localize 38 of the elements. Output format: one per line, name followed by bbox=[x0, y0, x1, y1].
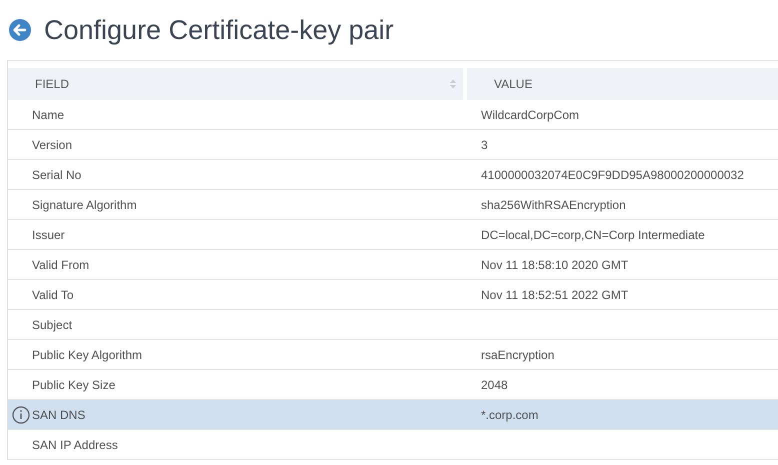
field-value: 3 bbox=[481, 138, 488, 152]
table-row[interactable]: Issuer DC=local,DC=corp,CN=Corp Intermediate bbox=[8, 220, 778, 250]
field-name: SAN DNS bbox=[32, 406, 86, 424]
page-title: Configure Certificate-key pair bbox=[44, 14, 394, 46]
field-name: Public Key Size bbox=[32, 376, 116, 394]
field-value: WildcardCorpCom bbox=[481, 108, 580, 122]
field-name: Valid To bbox=[32, 286, 74, 304]
table-row[interactable]: Name WildcardCorpCom bbox=[8, 100, 778, 130]
field-name: Subject bbox=[32, 316, 72, 334]
field-value: rsaEncryption bbox=[481, 348, 554, 362]
field-value: sha256WithRSAEncryption bbox=[481, 198, 626, 212]
column-header[interactable]: VALUE bbox=[467, 68, 778, 100]
field-name: Public Key Algorithm bbox=[32, 346, 142, 364]
table-row[interactable]: Subject bbox=[8, 310, 778, 340]
field-name: Name bbox=[32, 106, 64, 124]
field-name: Valid From bbox=[32, 256, 90, 274]
field-value: *.corp.com bbox=[481, 408, 538, 422]
table-row[interactable]: Version 3 bbox=[8, 130, 778, 160]
column-header[interactable]: FIELD bbox=[8, 68, 463, 100]
back-icon[interactable] bbox=[9, 19, 31, 41]
field-value: 4100000032074E0C9F9DD95A98000200000032 bbox=[481, 168, 744, 182]
field-value: DC=local,DC=corp,CN=Corp Intermediate bbox=[481, 228, 705, 242]
table-row[interactable]: Signature Algorithm sha256WithRSAEncryption bbox=[8, 190, 778, 220]
field-name: Version bbox=[32, 136, 72, 154]
field-name: Signature Algorithm bbox=[32, 196, 137, 214]
table-row[interactable]: Valid From Nov 11 18:58:10 2020 GMT bbox=[8, 250, 778, 280]
table-row[interactable]: SAN DNS *.corp.com bbox=[8, 400, 778, 430]
info-icon[interactable] bbox=[12, 406, 30, 424]
field-value: Nov 11 18:58:10 2020 GMT bbox=[481, 258, 628, 272]
field-name: Issuer bbox=[32, 226, 65, 244]
table-row[interactable]: SAN IP Address bbox=[8, 430, 778, 460]
field-name: SAN IP Address bbox=[32, 436, 118, 454]
field-value: 2048 bbox=[481, 378, 508, 392]
field-name: Serial No bbox=[32, 166, 82, 184]
table-row[interactable]: Valid To Nov 11 18:52:51 2022 GMT bbox=[8, 280, 778, 310]
field-value: Nov 11 18:52:51 2022 GMT bbox=[481, 288, 628, 302]
table-row[interactable]: Serial No 4100000032074E0C9F9DD95A98000200000032 bbox=[8, 160, 778, 190]
table-row[interactable]: Public Key Algorithm rsaEncryption bbox=[8, 340, 778, 370]
